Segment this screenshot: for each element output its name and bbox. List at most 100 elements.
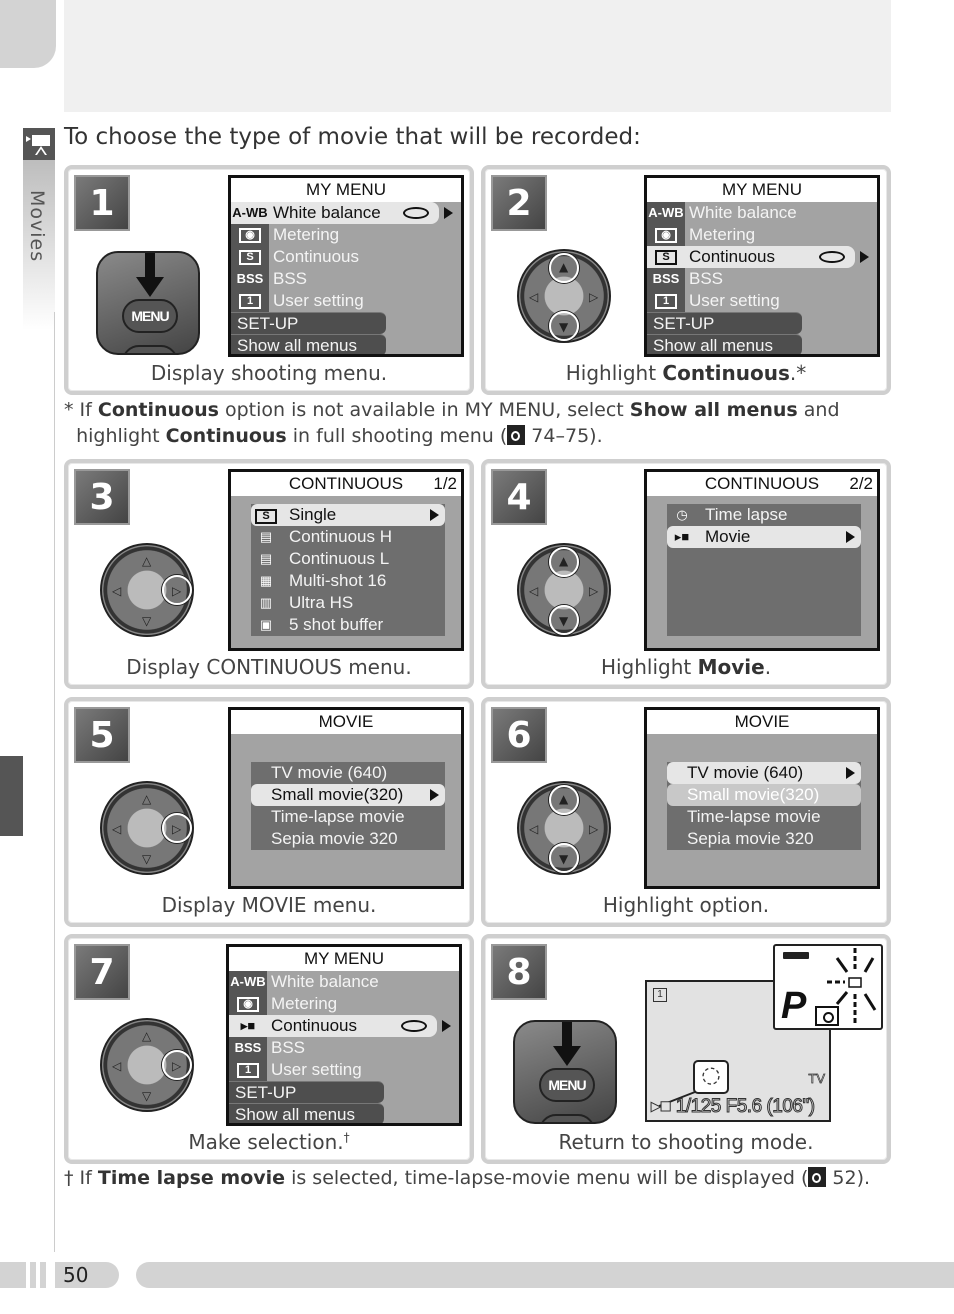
camera-screen: CONTINUOUS 2/2 ◷ Time lapse ▸■ Movie [644, 469, 880, 651]
continuous-l-icon: ▤ [259, 551, 273, 566]
menu-item: S Continuous [231, 246, 461, 268]
left-arrow-icon: ◁ [529, 822, 539, 836]
menu-item: ▸■ Movie [667, 526, 861, 548]
multi-selector: △ ▽ ◁ ▷ [100, 781, 194, 875]
dial-icon [403, 207, 429, 219]
movie-camera-icon [23, 128, 55, 160]
menu-item: ◉ Metering [231, 224, 461, 246]
highlight-ring [549, 311, 579, 341]
step-number: 1 [74, 175, 130, 231]
screen-title: CONTINUOUS 2/2 [647, 472, 877, 496]
right-arrow-icon: ▷ [589, 290, 599, 304]
metering-icon: ◉ [231, 224, 269, 246]
screen-title: MY MENU [231, 178, 461, 202]
step-number: 5 [74, 707, 130, 763]
top-band [64, 0, 891, 112]
menu-button: MENU [539, 1068, 595, 1102]
margin-line [54, 312, 55, 1252]
step-panel-4: 4 ▲ ▼ ◁ ▷ CONTINUOUS 2/2 ◷ Time lapse ▸■ Movie… [481, 459, 891, 689]
camera-screen: MOVIE TV movie (640) Small movie(320) Ti… [644, 707, 880, 889]
single-icon: S [251, 504, 281, 526]
arrow-right-icon [444, 207, 453, 219]
step-number: 2 [491, 175, 547, 231]
metering-icon: ◉ [229, 993, 267, 1015]
left-arrow-icon: ◁ [529, 584, 539, 598]
screen-title: CONTINUOUS 1/2 [231, 472, 461, 496]
user-setting-icon: 1 [653, 988, 667, 1002]
exposure-mode: P [781, 985, 807, 1027]
setup-button: SET-UP [229, 1081, 384, 1103]
menu-item: 1 User setting [231, 290, 461, 312]
arrow-down-icon [553, 1022, 581, 1066]
arrow-down-icon [136, 253, 164, 297]
menu-item: A-WB White balance [231, 202, 453, 224]
arrow-right-icon [430, 509, 439, 521]
continuous-h-icon: ▤ [259, 529, 273, 544]
options-list: S Single ▤ Continuous H ▤ Continuous L ▦ Mul… [251, 504, 445, 636]
bss-icon: BSS [229, 1037, 267, 1059]
menu-item: A-WB White balance [229, 971, 379, 993]
setup-button: SET-UP [231, 312, 386, 334]
menu-item: ◷ Time lapse [667, 504, 861, 526]
menu-item: Small movie(320) [667, 784, 861, 806]
step-caption: Highlight option. [602, 893, 770, 917]
single-shot-icon: S [231, 246, 269, 268]
step-number: 4 [491, 469, 547, 525]
step-caption: Display CONTINUOUS menu. [126, 655, 412, 679]
screen-title: MY MENU [229, 947, 459, 971]
ultra-hs-icon: ▥ [259, 595, 273, 610]
highlight-ring [549, 547, 579, 577]
menu-item: Time-lapse movie [271, 807, 405, 826]
down-arrow-icon: ▽ [142, 852, 152, 866]
awb-icon: A-WB [229, 971, 267, 993]
menu-item: 1 User setting [229, 1059, 459, 1081]
menu-item: ▣ 5 shot buffer [251, 614, 445, 636]
multi-shot-icon: ▦ [259, 573, 273, 588]
step-panel-8: 8 MENU 1 TV ▸■ 1/125 F5.6 (106") P Retur… [481, 934, 891, 1164]
menu-button: MENU [122, 299, 178, 333]
multi-selector: ▲ ▼ ◁ ▷ [517, 543, 611, 637]
step-number: 3 [74, 469, 130, 525]
step-panel-6: 6 ▲ ▼ ◁ ▷ MOVIE TV movie (640) Small movie(… [481, 697, 891, 927]
highlight-ring [549, 785, 579, 815]
page-number: 50 [55, 1262, 119, 1288]
movie-size-indicator: TV [808, 1071, 825, 1087]
camera-screen: MY MENU A-WB White balance ◉ Metering S Con… [644, 175, 880, 357]
corner-tab [0, 0, 56, 68]
down-arrow-icon: ▽ [142, 614, 152, 628]
screen-title: MOVIE [647, 710, 877, 734]
highlight-ring [162, 575, 192, 605]
menu-item: ▸■ Continuous [229, 1015, 451, 1037]
quick-button [122, 345, 178, 353]
menu-item: Sepia movie 320 [687, 829, 814, 848]
step-caption: Make selection.† [188, 1130, 350, 1154]
step-number: 8 [491, 944, 547, 1000]
footer-decoration [0, 1262, 50, 1288]
step-caption: Display shooting menu. [150, 361, 388, 385]
footnote-star: * If Continuous option is not available … [64, 399, 840, 447]
movie-mode-icon: ▸■ [651, 1096, 676, 1118]
left-arrow-icon: ◁ [112, 584, 122, 598]
chapter-marker [0, 756, 23, 836]
battery-icon [783, 952, 809, 959]
step-panel-2: 2 ▲ ▼ ◁ ▷ MY MENU A-WB White balance ◉ Meteri… [481, 165, 891, 395]
blinking-continuous-icon [827, 948, 877, 1026]
menu-item: TV movie (640) [667, 762, 861, 784]
page-reference-icon [808, 1167, 827, 1187]
page-indicator: 2/2 [849, 474, 873, 493]
step-caption: Return to shooting mode. [558, 1130, 814, 1154]
step-caption: Highlight Movie. [600, 655, 772, 679]
continuous-mode-callout [693, 1060, 729, 1094]
step-caption: Display MOVIE menu. [161, 893, 377, 917]
menu-item: 1 User setting [647, 290, 877, 312]
options-list: ◷ Time lapse ▸■ Movie [667, 504, 861, 636]
menu-item: A-WB White balance [647, 202, 797, 224]
awb-icon: A-WB [647, 202, 685, 224]
menu-item: BSS BSS [647, 268, 877, 290]
show-all-menus-button: Show all menus [231, 334, 386, 354]
arrow-right-icon [442, 1020, 451, 1032]
menu-item: ◉ Metering [647, 224, 877, 246]
bss-icon: BSS [231, 268, 269, 290]
highlight-ring [549, 843, 579, 873]
step-panel-1: 1 MENU MY MENU A-WB White balance ◉ Meteri… [64, 165, 474, 395]
